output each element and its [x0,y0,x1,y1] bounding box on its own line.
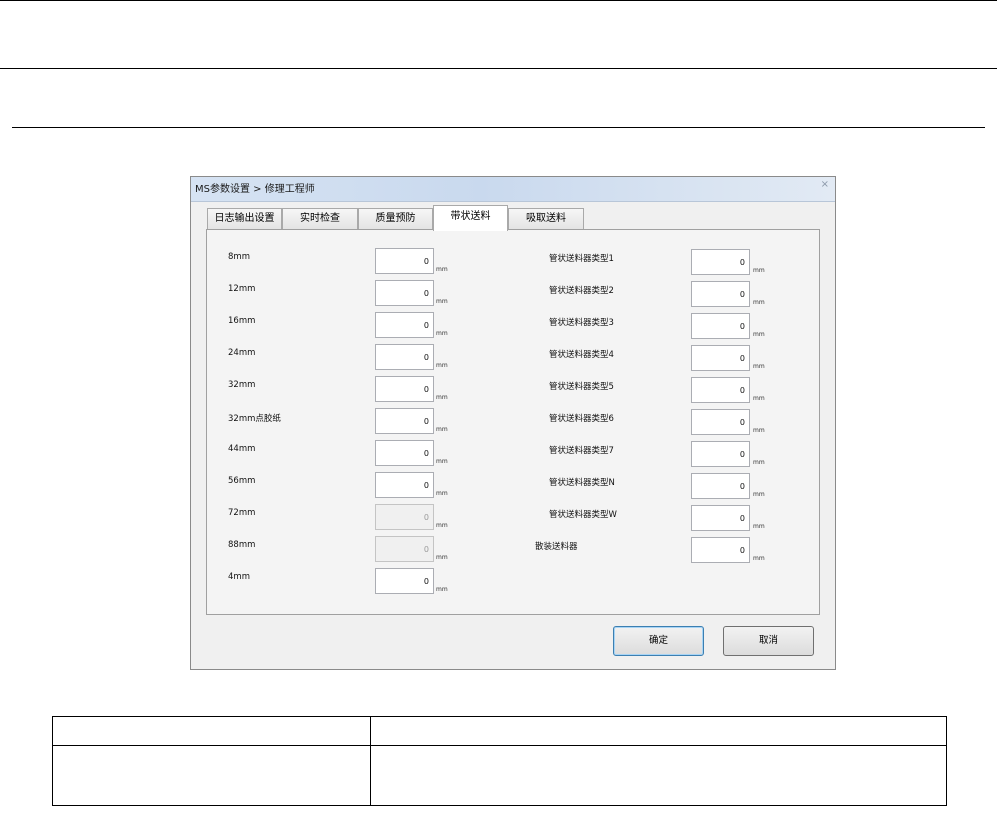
window-close-icon[interactable]: × [821,179,829,190]
title-bar[interactable]: MS参数设置 > 修理工程师 × [191,177,835,202]
tab-quality-prevention[interactable]: 质量预防 [358,208,433,230]
field-input-tube-feeder-3[interactable]: 0 [691,313,750,339]
field-input-tube-feeder-6[interactable]: 0 [691,409,750,435]
field-input-12mm[interactable]: 0 [375,280,434,306]
unit-label: mm [436,522,448,529]
field-label-12mm: 12mm [228,284,256,294]
field-label-tube-feeder-w: 管状送料器类型W [549,510,617,520]
dialog-title: MS参数设置 > 修理工程师 [195,184,315,195]
field-label-tube-feeder-n: 管状送料器类型N [549,478,615,488]
unit-label: mm [753,395,765,402]
field-input-16mm[interactable]: 0 [375,312,434,338]
field-label-44mm: 44mm [228,444,256,454]
unit-label: mm [436,490,448,497]
unit-label: mm [753,491,765,498]
document-table [52,716,947,806]
unit-label: mm [436,330,448,337]
field-input-tube-feeder-5[interactable]: 0 [691,377,750,403]
field-label-tube-feeder-5: 管状送料器类型5 [549,382,614,392]
unit-label: mm [436,426,448,433]
unit-label: mm [753,427,765,434]
field-label-56mm: 56mm [228,476,256,486]
tape-feeder-panel: 8mm 0 mm 12mm 0 mm 16mm 0 mm 24mm 0 mm 3… [206,229,820,615]
field-label-tube-feeder-6: 管状送料器类型6 [549,414,614,424]
unit-label: mm [436,554,448,561]
field-input-tube-feeder-w[interactable]: 0 [691,505,750,531]
field-label-tube-feeder-4: 管状送料器类型4 [549,350,614,360]
unit-label: mm [436,458,448,465]
field-input-24mm[interactable]: 0 [375,344,434,370]
unit-label: mm [436,266,448,273]
tab-realtime-check[interactable]: 实时检查 [282,208,358,230]
field-input-56mm[interactable]: 0 [375,472,434,498]
tab-pickup-feeder[interactable]: 吸取送料 [508,208,584,230]
tab-log-output[interactable]: 日志输出设置 [207,208,282,230]
tab-tape-feeder[interactable]: 带状送料 [433,205,508,231]
unit-label: mm [436,586,448,593]
unit-label: mm [753,363,765,370]
field-label-8mm: 8mm [228,252,250,262]
table-cell [52,745,371,806]
unit-label: mm [436,298,448,305]
field-label-72mm: 72mm [228,508,256,518]
field-input-8mm[interactable]: 0 [375,248,434,274]
field-input-tube-feeder-n[interactable]: 0 [691,473,750,499]
field-label-4mm: 4mm [228,572,250,582]
field-label-16mm: 16mm [228,316,256,326]
field-label-32mm-tape: 32mm点胶纸 [228,414,281,424]
ms-parameter-dialog: MS参数设置 > 修理工程师 × 日志输出设置 实时检查 质量预防 带状送料 吸… [190,176,836,670]
unit-label: mm [436,394,448,401]
unit-label: mm [753,299,765,306]
field-input-32mm[interactable]: 0 [375,376,434,402]
field-input-44mm[interactable]: 0 [375,440,434,466]
field-input-88mm: 0 [375,536,434,562]
unit-label: mm [753,555,765,562]
field-label-tube-feeder-3: 管状送料器类型3 [549,318,614,328]
field-label-88mm: 88mm [228,540,256,550]
field-label-24mm: 24mm [228,348,256,358]
field-input-4mm[interactable]: 0 [375,568,434,594]
field-input-tube-feeder-7[interactable]: 0 [691,441,750,467]
field-input-bulk-feeder[interactable]: 0 [691,537,750,563]
table-header-cell [370,716,947,746]
field-input-tube-feeder-2[interactable]: 0 [691,281,750,307]
field-label-tube-feeder-2: 管状送料器类型2 [549,286,614,296]
field-input-72mm: 0 [375,504,434,530]
table-cell [370,745,947,806]
unit-label: mm [753,523,765,530]
field-input-tube-feeder-1[interactable]: 0 [691,249,750,275]
unit-label: mm [753,331,765,338]
field-label-bulk-feeder: 散装送料器 [535,542,578,552]
table-header-cell [52,716,371,746]
field-label-tube-feeder-1: 管状送料器类型1 [549,254,614,264]
unit-label: mm [753,459,765,466]
field-label-tube-feeder-7: 管状送料器类型7 [549,446,614,456]
cancel-button[interactable]: 取消 [723,626,814,656]
unit-label: mm [436,362,448,369]
ok-button[interactable]: 确定 [613,626,704,656]
field-input-tube-feeder-4[interactable]: 0 [691,345,750,371]
unit-label: mm [753,267,765,274]
field-label-32mm: 32mm [228,380,256,390]
section-rule [12,127,985,128]
upper-rule [0,68,997,69]
field-input-32mm-tape[interactable]: 0 [375,408,434,434]
top-rule [0,0,997,1]
